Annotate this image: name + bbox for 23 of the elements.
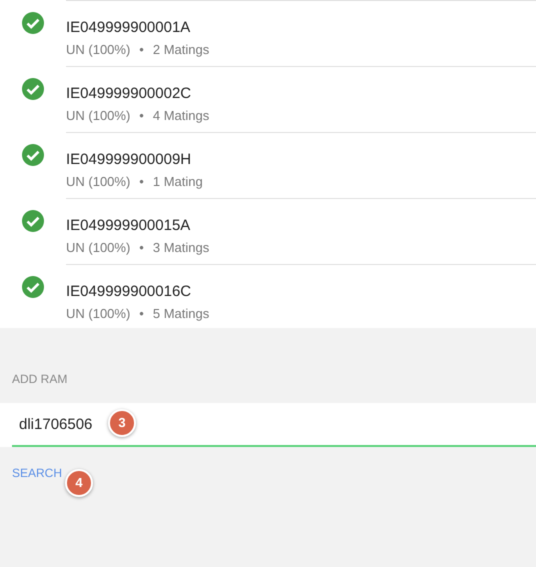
breed-text: UN (100%) [66,240,130,256]
breed-text: UN (100%) [66,42,130,58]
step-marker: 4 [65,469,93,497]
separator-dot: • [139,240,144,256]
section-label: ADD RAM [11,371,68,388]
separator-dot: • [139,108,144,124]
ram-tag: IE049999900009H [66,151,192,169]
matings-count: 3 Matings [152,240,210,256]
matings-count: 2 Matings [152,42,210,58]
ram-search-field[interactable]: dli1706506 3 [0,403,536,447]
matings-count: 4 Matings [152,108,210,124]
separator-dot: • [139,174,144,190]
separator-dot: • [139,42,144,58]
breed-text: UN (100%) [66,306,130,322]
matings-count: 1 Mating [152,174,203,190]
breed-text: UN (100%) [66,174,130,190]
ram-tag: IE049999900016C [66,283,192,301]
breed-text: UN (100%) [66,108,130,124]
separator-dot: • [139,306,144,322]
ram-tag: IE049999900015A [66,217,190,235]
ram-tag: IE049999900001A [66,19,190,37]
ram-tag: IE049999900002C [66,85,192,103]
matings-count: 5 Matings [152,306,210,322]
